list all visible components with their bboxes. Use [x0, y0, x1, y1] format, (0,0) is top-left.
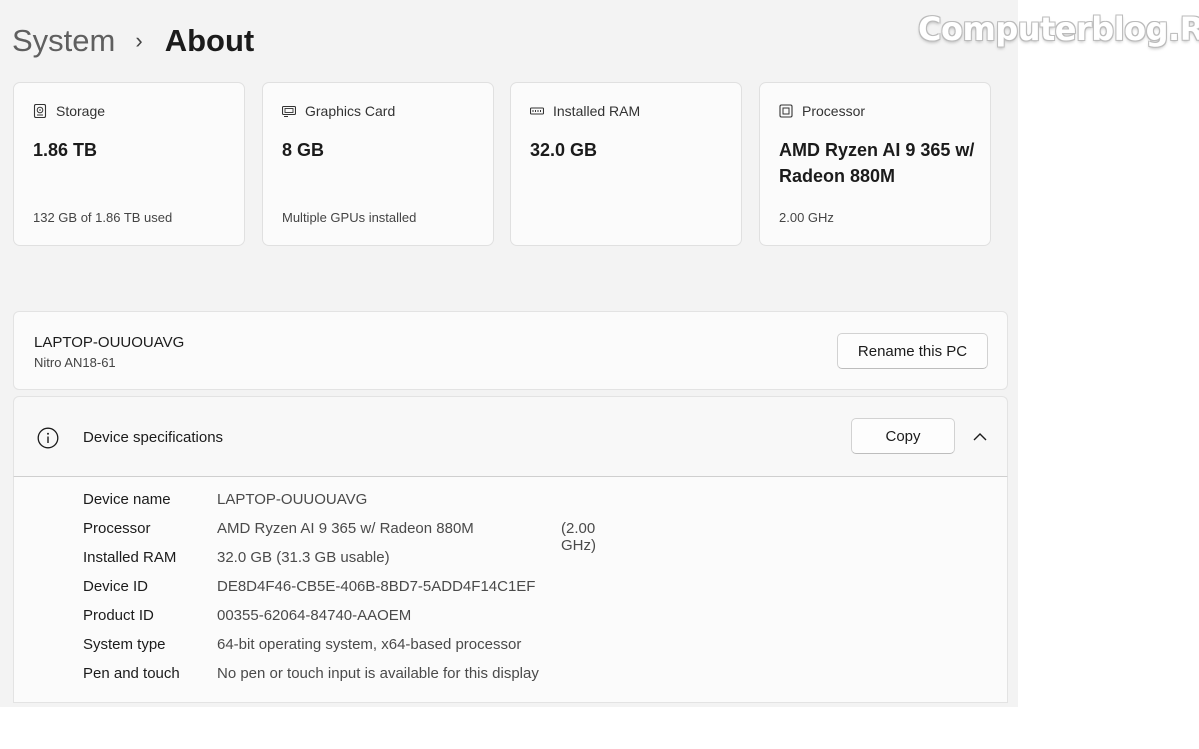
pc-name: LAPTOP-OUUOUAVG [34, 334, 185, 351]
card-value: AMD Ryzen AI 9 365 w/ Radeon 880M [779, 140, 975, 186]
spec-value: No pen or touch input is available for t… [217, 665, 539, 682]
spec-value-frequency: (2.00 GHz) [561, 520, 596, 554]
spec-key: Device ID [83, 578, 149, 595]
spec-row-pen-touch: Pen and touch No pen or touch input is a… [83, 665, 539, 687]
spec-row-product-id: Product ID 00355-62064-84740-AAOEM [83, 607, 411, 629]
card-label: Graphics Card [305, 103, 396, 119]
card-processor: Processor AMD Ryzen AI 9 365 w/ Radeon 8… [759, 82, 991, 246]
card-graphics: Graphics Card 8 GB Multiple GPUs install… [262, 82, 494, 246]
card-value: 32.0 GB [530, 140, 598, 160]
card-label: Processor [802, 103, 866, 119]
card-subtext: Multiple GPUs installed [282, 210, 417, 225]
pc-model: Nitro AN18-61 [34, 355, 116, 370]
spec-row-device-name: Device name LAPTOP-OUUOUAVG [83, 491, 367, 513]
spec-key: Pen and touch [83, 665, 180, 682]
ram-icon [530, 107, 544, 115]
spec-row-device-id: Device ID DE8D4F46-CB5E-406B-8BD7-5ADD4F… [83, 578, 535, 600]
spec-row-system-type: System type 64-bit operating system, x64… [83, 636, 521, 658]
breadcrumb: System › About [12, 20, 254, 62]
device-specifications-list: Device name LAPTOP-OUUOUAVG Processor AM… [13, 477, 1008, 703]
spec-key: Installed RAM [83, 549, 177, 566]
info-icon [37, 427, 59, 449]
spec-key: Device name [83, 491, 171, 508]
chevron-up-icon[interactable] [972, 430, 988, 444]
processor-icon [779, 104, 793, 118]
storage-icon [33, 104, 47, 118]
card-subtext: 2.00 GHz [779, 210, 834, 225]
spec-value: 32.0 GB (31.3 GB usable) [217, 549, 390, 566]
spec-value: AMD Ryzen AI 9 365 w/ Radeon 880M [217, 520, 474, 537]
spec-value: 64-bit operating system, x64-based proce… [217, 636, 522, 653]
card-value: 1.86 TB [33, 140, 98, 160]
spec-value: DE8D4F46-CB5E-406B-8BD7-5ADD4F14C1EF [217, 578, 536, 595]
breadcrumb-system[interactable]: System [12, 23, 115, 59]
card-storage: Storage 1.86 TB 132 GB of 1.86 TB used [13, 82, 245, 246]
graphics-card-icon [282, 105, 296, 117]
chevron-right-icon: › [135, 28, 143, 53]
device-specifications-title: Device specifications [83, 429, 224, 446]
spec-key: System type [83, 636, 166, 653]
card-label: Installed RAM [553, 103, 641, 119]
card-label: Storage [56, 103, 106, 119]
spec-value: LAPTOP-OUUOUAVG [217, 491, 368, 508]
spec-row-processor: Processor AMD Ryzen AI 9 365 w/ Radeon 8… [83, 520, 596, 554]
copy-button[interactable]: Copy [851, 418, 955, 454]
rename-pc-button[interactable]: Rename this PC [837, 333, 988, 369]
spec-value: 00355-62064-84740-AAOEM [217, 607, 412, 624]
card-subtext: 132 GB of 1.86 TB used [33, 210, 173, 225]
watermark-logo: Computerblog.Ro [918, 10, 1199, 48]
card-ram: Installed RAM 32.0 GB [510, 82, 742, 246]
device-specifications-header[interactable]: Device specifications Copy [13, 396, 1008, 477]
spec-key: Product ID [83, 607, 154, 624]
card-value: 8 GB [282, 140, 325, 160]
settings-window: System › About Storage 1.86 TB 132 GB of… [0, 0, 1018, 707]
spec-key: Processor [83, 520, 151, 537]
spec-row-installed-ram: Installed RAM 32.0 GB (31.3 GB usable) [83, 549, 390, 571]
page-title: About [164, 23, 255, 58]
pc-name-panel: LAPTOP-OUUOUAVG Nitro AN18-61 Rename thi… [13, 311, 1008, 390]
